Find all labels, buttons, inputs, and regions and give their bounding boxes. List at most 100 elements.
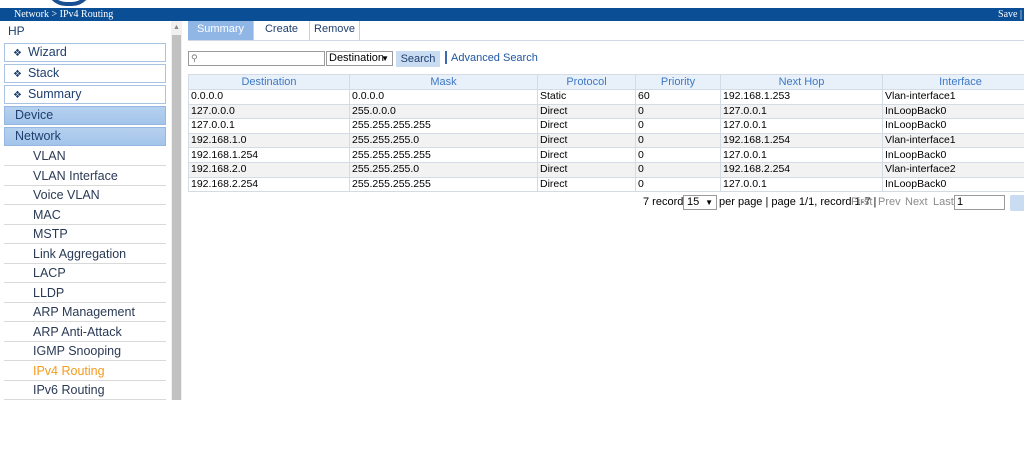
table-row: 127.0.0.0 255.0.0.0 Direct 0 127.0.0.1 I… xyxy=(188,103,1024,120)
cell-interface: InLoopBack0 xyxy=(882,103,1024,120)
cell-destination: 192.168.1.254 xyxy=(188,147,350,163)
cell-destination: 127.0.0.1 xyxy=(188,118,350,134)
sidebar-item-mac[interactable]: MAC xyxy=(4,205,166,225)
tab-create[interactable]: Create xyxy=(254,21,310,40)
cell-mask: 255.255.255.0 xyxy=(349,132,538,149)
table-row: 192.168.2.0 255.255.255.0 Direct 0 192.1… xyxy=(188,161,1024,178)
sidebar-item-igmp-snooping[interactable]: IGMP Snooping xyxy=(4,342,166,361)
sidebar-item-lldp[interactable]: LLDP xyxy=(4,283,166,303)
sidebar-item-arp-management[interactable]: ARP Management xyxy=(4,303,166,322)
sidebar-brand: HP xyxy=(8,24,25,38)
first-page-link[interactable]: First xyxy=(851,196,872,211)
cell-mask: 255.255.255.255 xyxy=(349,147,538,163)
advanced-search-link[interactable]: Advanced Search xyxy=(451,52,538,64)
sidebar-item-vlan-interface[interactable]: VLAN Interface xyxy=(4,166,166,186)
search-field-value: Destination xyxy=(329,52,385,64)
table-header-row: Destination Mask Protocol Priority Next … xyxy=(188,74,1024,90)
cell-destination: 192.168.2.254 xyxy=(188,176,350,193)
column-header-protocol[interactable]: Protocol xyxy=(537,74,636,90)
cell-interface: Vlan-interface1 xyxy=(882,89,1024,105)
scroll-up-icon[interactable]: ▲ xyxy=(171,23,182,33)
go-button[interactable] xyxy=(1010,195,1024,211)
cell-destination: 0.0.0.0 xyxy=(188,89,350,105)
cell-next-hop: 127.0.0.1 xyxy=(720,103,883,120)
chevron-down-icon: ▼ xyxy=(705,198,713,207)
scrollbar-thumb[interactable] xyxy=(172,35,181,400)
last-page-link[interactable]: Last xyxy=(933,196,954,211)
breadcrumb: Network > IPv4 Routing xyxy=(14,9,114,20)
page-size-select[interactable]: 15 ▼ xyxy=(683,195,717,210)
cell-protocol: Direct xyxy=(537,147,636,163)
sidebar-section-device[interactable]: Device xyxy=(4,106,166,125)
prev-page-link[interactable]: Prev xyxy=(878,196,901,211)
cell-priority: 0 xyxy=(635,118,721,134)
cell-mask: 255.255.255.0 xyxy=(349,161,538,178)
sidebar-item-ipv6-routing[interactable]: IPv6 Routing xyxy=(4,381,166,400)
column-header-next-hop[interactable]: Next Hop xyxy=(720,74,883,90)
sidebar-section-network[interactable]: Network xyxy=(4,127,166,146)
pin-icon: ❖ xyxy=(13,90,22,101)
sidebar-item-label: Wizard xyxy=(27,45,67,59)
table-row: 192.168.1.254 255.255.255.255 Direct 0 1… xyxy=(188,147,1024,163)
cell-priority: 60 xyxy=(635,89,721,105)
chevron-down-icon: ▼ xyxy=(381,54,389,63)
cell-next-hop: 192.168.2.254 xyxy=(720,161,883,178)
table-row: 127.0.0.1 255.255.255.255 Direct 0 127.0… xyxy=(188,118,1024,134)
search-input[interactable]: ⚲ xyxy=(188,51,325,66)
pin-icon: ❖ xyxy=(13,69,22,80)
cell-interface: InLoopBack0 xyxy=(882,118,1024,134)
column-header-interface[interactable]: Interface xyxy=(882,74,1024,90)
table-row: 192.168.1.0 255.255.255.0 Direct 0 192.1… xyxy=(188,132,1024,149)
sidebar-item-label: Summary xyxy=(27,87,82,101)
cell-mask: 0.0.0.0 xyxy=(349,89,538,105)
cell-protocol: Direct xyxy=(537,118,636,134)
cell-protocol: Direct xyxy=(537,161,636,178)
sidebar-item-stack[interactable]: ❖ Stack xyxy=(4,64,166,83)
column-header-destination[interactable]: Destination xyxy=(188,74,350,90)
page-number-input[interactable]: 1 xyxy=(954,195,1005,210)
cell-protocol: Direct xyxy=(537,176,636,193)
cell-priority: 0 xyxy=(635,147,721,163)
cell-interface: InLoopBack0 xyxy=(882,147,1024,163)
cell-mask: 255.0.0.0 xyxy=(349,103,538,120)
sidebar-item-lacp[interactable]: LACP xyxy=(4,264,166,283)
divider xyxy=(445,51,447,64)
sidebar-item-voice-vlan[interactable]: Voice VLAN xyxy=(4,186,166,205)
cell-interface: Vlan-interface1 xyxy=(882,132,1024,149)
cell-interface: Vlan-interface2 xyxy=(882,161,1024,178)
cell-next-hop: 192.168.1.254 xyxy=(720,132,883,149)
column-header-mask[interactable]: Mask xyxy=(349,74,538,90)
cell-destination: 192.168.1.0 xyxy=(188,132,350,149)
cell-next-hop: 192.168.1.253 xyxy=(720,89,883,105)
save-link[interactable]: Save | xyxy=(998,8,1022,21)
sidebar-item-arp-anti-attack[interactable]: ARP Anti-Attack xyxy=(4,322,166,342)
cell-protocol: Direct xyxy=(537,103,636,120)
cell-priority: 0 xyxy=(635,103,721,120)
sidebar-item-vlan[interactable]: VLAN xyxy=(4,147,166,166)
sidebar-scrollbar[interactable]: ▲ xyxy=(171,21,182,400)
sidebar-item-label: Stack xyxy=(27,66,60,80)
cell-priority: 0 xyxy=(635,161,721,178)
tab-summary[interactable]: Summary xyxy=(188,21,254,40)
search-field-select[interactable]: Destination ▼ xyxy=(326,51,393,66)
search-button[interactable]: Search xyxy=(396,51,440,67)
page-size-value: 15 xyxy=(687,196,700,208)
cell-next-hop: 127.0.0.1 xyxy=(720,118,883,134)
sidebar-item-summary[interactable]: ❖ Summary xyxy=(4,85,166,104)
routing-table: Destination Mask Protocol Priority Next … xyxy=(188,74,1024,193)
tab-remove[interactable]: Remove xyxy=(310,21,360,40)
cell-protocol: Static xyxy=(537,89,636,105)
header-decoration xyxy=(0,0,1024,8)
sidebar: HP ❖ Wizard ❖ Stack ❖ Summary Device Networ… xyxy=(0,21,182,400)
next-page-link[interactable]: Next xyxy=(905,196,928,211)
sidebar-item-mstp[interactable]: MSTP xyxy=(4,225,166,244)
sidebar-item-wizard[interactable]: ❖ Wizard xyxy=(4,43,166,62)
cell-next-hop: 127.0.0.1 xyxy=(720,176,883,193)
table-row: 0.0.0.0 0.0.0.0 Static 60 192.168.1.253 … xyxy=(188,89,1024,105)
column-header-priority[interactable]: Priority xyxy=(635,74,721,90)
cell-mask: 255.255.255.255 xyxy=(349,176,538,193)
tab-divider xyxy=(188,40,1024,41)
pin-icon: ❖ xyxy=(13,48,22,59)
sidebar-item-ipv4-routing[interactable]: IPv4 Routing xyxy=(4,361,166,381)
sidebar-item-link-aggregation[interactable]: Link Aggregation xyxy=(4,244,166,264)
